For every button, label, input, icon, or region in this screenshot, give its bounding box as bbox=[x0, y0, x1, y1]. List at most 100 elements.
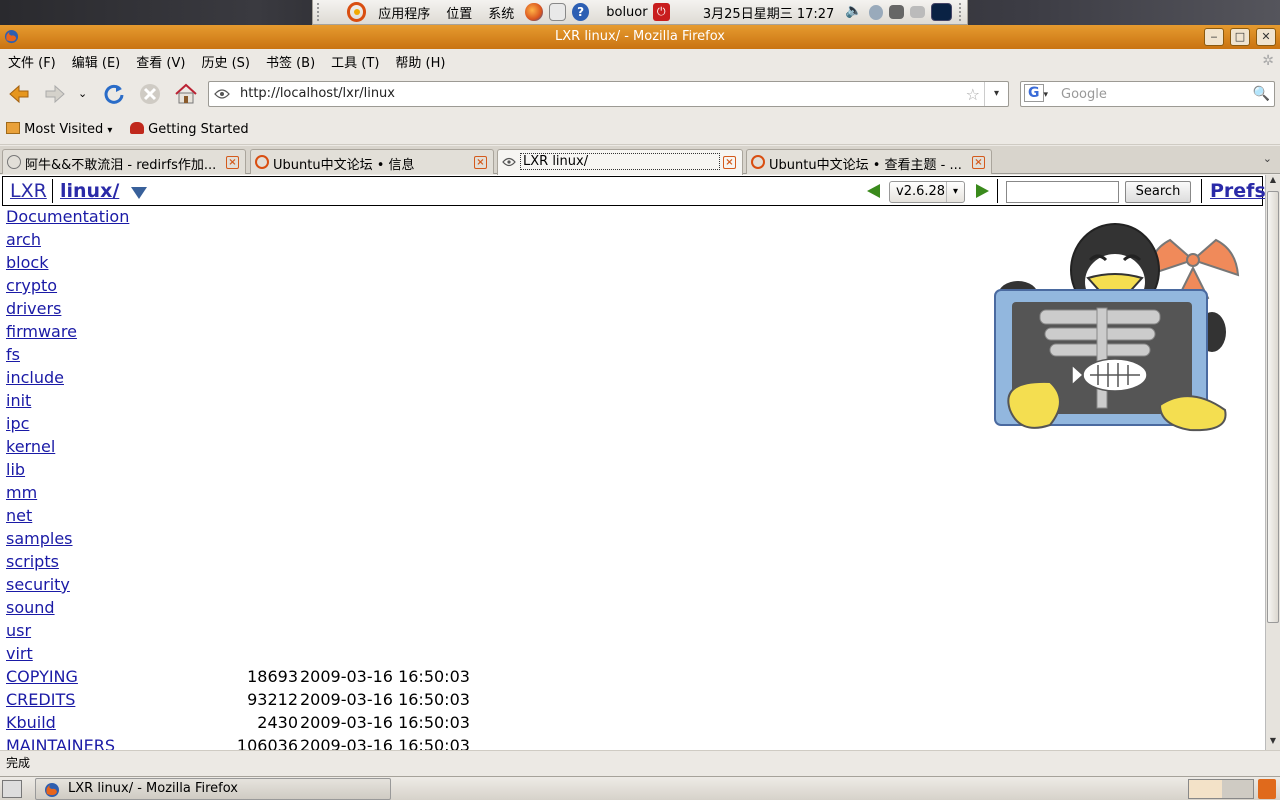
dir-link[interactable]: usr bbox=[6, 621, 31, 640]
url-bar[interactable]: http://localhost/lxr/linux ☆ ▾ bbox=[208, 81, 1009, 107]
ubuntu-logo-icon[interactable] bbox=[346, 2, 367, 22]
menu-view[interactable]: 查看 (V) bbox=[128, 52, 193, 71]
workspace-switcher[interactable] bbox=[1188, 779, 1254, 799]
dir-link[interactable]: fs bbox=[6, 345, 20, 364]
stop-icon[interactable] bbox=[137, 81, 163, 107]
system-menu[interactable]: 系统 bbox=[480, 3, 522, 22]
bookmark-folder-most-visited[interactable]: Most Visited ▾ bbox=[6, 122, 112, 137]
places-menu[interactable]: 位置 bbox=[438, 3, 480, 22]
panel-grip[interactable] bbox=[317, 3, 325, 21]
dir-link[interactable]: net bbox=[6, 506, 32, 525]
search-bar[interactable]: G ▾ Google 🔍 bbox=[1020, 81, 1275, 107]
panel-grip[interactable] bbox=[959, 3, 967, 21]
dir-link[interactable]: virt bbox=[6, 644, 33, 663]
dir-link[interactable]: include bbox=[6, 368, 64, 387]
vertical-scrollbar[interactable]: ▲ ▼ bbox=[1265, 175, 1280, 750]
network-icon[interactable] bbox=[868, 4, 884, 20]
reload-icon[interactable] bbox=[101, 81, 127, 107]
dir-link[interactable]: init bbox=[6, 391, 31, 410]
bookmark-star-icon[interactable]: ☆ bbox=[966, 85, 980, 104]
file-link[interactable]: CREDITS bbox=[6, 690, 75, 709]
all-tabs-chevron-icon[interactable]: ⌄ bbox=[1263, 152, 1272, 165]
home-icon[interactable] bbox=[173, 81, 199, 107]
forward-icon[interactable] bbox=[42, 81, 68, 107]
search-input[interactable]: Google bbox=[1061, 87, 1107, 102]
workspace-1[interactable] bbox=[1189, 780, 1222, 798]
lxr-search-input[interactable] bbox=[1006, 181, 1119, 203]
mail-icon[interactable] bbox=[548, 3, 566, 21]
next-version-icon[interactable] bbox=[976, 184, 989, 198]
window-titlebar[interactable]: LXR linux/ - Mozilla Firefox ‒ □ ✕ bbox=[0, 25, 1280, 49]
list-item: mm bbox=[6, 483, 37, 506]
lxr-search-button[interactable]: Search bbox=[1125, 181, 1191, 203]
taskbar-window-button[interactable]: LXR linux/ - Mozilla Firefox bbox=[35, 778, 391, 800]
site-identity-icon bbox=[502, 157, 516, 167]
menu-help[interactable]: 帮助 (H) bbox=[387, 52, 453, 71]
list-item: firmware bbox=[6, 322, 77, 345]
dir-link[interactable]: crypto bbox=[6, 276, 57, 295]
close-window-button[interactable]: ✕ bbox=[1256, 28, 1276, 46]
tab-0[interactable]: 阿牛&&不敢流泪 - redirfs作加... × bbox=[2, 149, 246, 174]
scroll-up-icon[interactable]: ▲ bbox=[1267, 175, 1279, 189]
clock[interactable]: 3月25日星期三 17:27 bbox=[695, 3, 842, 22]
minimize-button[interactable]: ‒ bbox=[1204, 28, 1224, 46]
dir-link[interactable]: ipc bbox=[6, 414, 29, 433]
scroll-thumb[interactable] bbox=[1267, 191, 1279, 623]
file-link[interactable]: MAINTAINERS bbox=[6, 736, 115, 750]
scroll-down-icon[interactable]: ▼ bbox=[1267, 736, 1279, 750]
close-tab-icon[interactable]: × bbox=[723, 156, 736, 169]
menu-tools[interactable]: 工具 (T) bbox=[323, 52, 387, 71]
file-link[interactable]: COPYING bbox=[6, 667, 78, 686]
close-tab-icon[interactable]: × bbox=[226, 156, 239, 169]
show-desktop-icon[interactable] bbox=[2, 780, 22, 798]
tab-2-active[interactable]: LXR linux/ × bbox=[497, 149, 743, 175]
cpu-monitor-icon[interactable] bbox=[930, 3, 953, 21]
dir-link[interactable]: scripts bbox=[6, 552, 59, 571]
volume-icon[interactable]: 🔈 bbox=[845, 3, 862, 21]
menu-history[interactable]: 历史 (S) bbox=[193, 52, 258, 71]
help-icon[interactable]: ? bbox=[571, 3, 590, 21]
printer-icon[interactable] bbox=[909, 6, 925, 18]
menu-bookmarks[interactable]: 书签 (B) bbox=[258, 52, 323, 71]
history-dropdown-icon[interactable]: ⌄ bbox=[78, 87, 87, 100]
url-history-dropdown-icon[interactable]: ▾ bbox=[984, 82, 1008, 106]
menu-edit[interactable]: 编辑 (E) bbox=[64, 52, 129, 71]
back-icon[interactable] bbox=[6, 81, 32, 107]
path-dropdown-icon[interactable] bbox=[131, 187, 147, 199]
bookmark-getting-started[interactable]: Getting Started bbox=[130, 122, 249, 137]
tab-1[interactable]: Ubuntu中文论坛 • 信息 × bbox=[250, 149, 494, 174]
lxr-path-link[interactable]: linux/ bbox=[60, 180, 119, 202]
menu-file[interactable]: 文件 (F) bbox=[0, 52, 64, 71]
power-icon[interactable]: ⏻ bbox=[652, 3, 670, 21]
firefox-icon[interactable] bbox=[525, 3, 543, 21]
dir-link[interactable]: mm bbox=[6, 483, 37, 502]
username-label[interactable]: boluor bbox=[598, 5, 649, 20]
search-go-icon[interactable]: 🔍 bbox=[1253, 86, 1270, 102]
lxr-home-link[interactable]: LXR bbox=[10, 180, 47, 202]
close-tab-icon[interactable]: × bbox=[972, 156, 985, 169]
maximize-button[interactable]: □ bbox=[1230, 28, 1250, 46]
dir-link[interactable]: arch bbox=[6, 230, 41, 249]
display-icon[interactable] bbox=[889, 5, 904, 19]
dir-link[interactable]: Documentation bbox=[6, 207, 129, 226]
applications-menu[interactable]: 应用程序 bbox=[370, 3, 438, 22]
dir-link[interactable]: block bbox=[6, 253, 48, 272]
list-item: net bbox=[6, 506, 32, 529]
url-text[interactable]: http://localhost/lxr/linux bbox=[240, 86, 395, 101]
file-link[interactable]: Kbuild bbox=[6, 713, 56, 732]
dir-link[interactable]: drivers bbox=[6, 299, 61, 318]
dir-link[interactable]: sound bbox=[6, 598, 55, 617]
prefs-link[interactable]: Prefs bbox=[1210, 180, 1265, 202]
trash-icon[interactable] bbox=[1258, 779, 1276, 799]
prev-version-icon[interactable] bbox=[867, 184, 880, 198]
version-select[interactable]: v2.6.28 ▾ bbox=[889, 181, 965, 203]
search-engine-google-icon[interactable]: G ▾ bbox=[1024, 84, 1056, 105]
dir-link[interactable]: samples bbox=[6, 529, 73, 548]
dir-link[interactable]: lib bbox=[6, 460, 25, 479]
dir-link[interactable]: kernel bbox=[6, 437, 55, 456]
dir-link[interactable]: security bbox=[6, 575, 70, 594]
tab-3[interactable]: Ubuntu中文论坛 • 查看主题 - ... × bbox=[746, 149, 992, 174]
dir-link[interactable]: firmware bbox=[6, 322, 77, 341]
close-tab-icon[interactable]: × bbox=[474, 156, 487, 169]
site-identity-icon[interactable] bbox=[213, 86, 231, 102]
